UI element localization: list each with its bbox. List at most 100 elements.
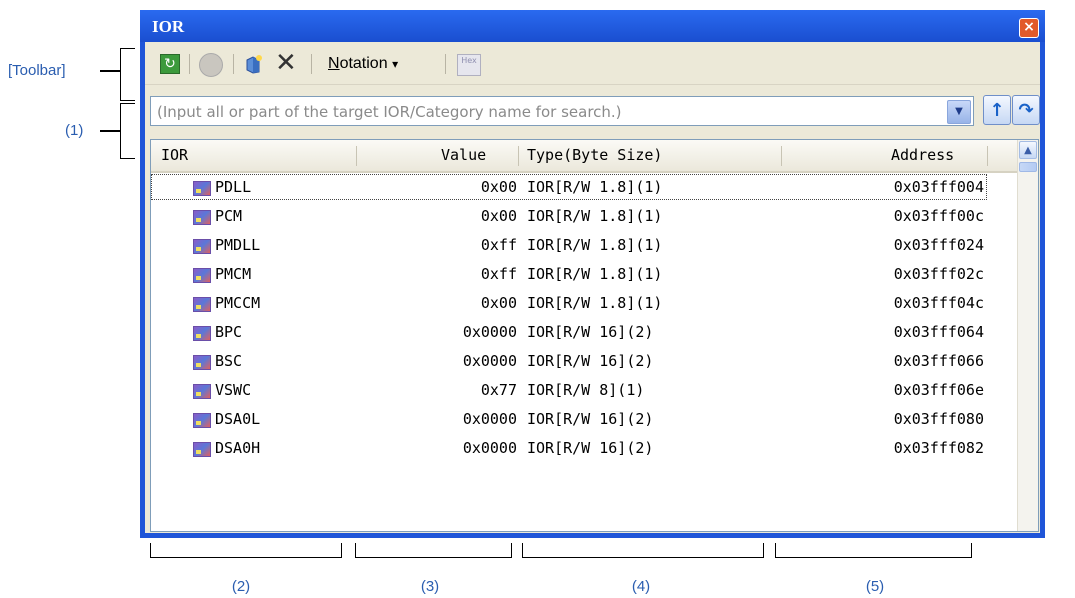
ior-name-cell: PMDLL — [215, 236, 261, 254]
ior-register-icon — [193, 210, 211, 225]
new-category-icon[interactable] — [243, 54, 265, 74]
ior-name-cell: DSA0L — [215, 410, 261, 428]
type-cell: IOR[R/W 16](2) — [527, 323, 654, 341]
search-callout-bracket — [120, 103, 135, 159]
scroll-thumb[interactable] — [1019, 162, 1037, 172]
type-cell: IOR[R/W 1.8](1) — [527, 265, 663, 283]
ior-register-icon — [193, 268, 211, 283]
ior-register-icon — [193, 384, 211, 399]
window-title: IOR — [152, 17, 185, 36]
search-placeholder: (Input all or part of the target IOR/Cat… — [157, 103, 622, 121]
search-previous-button[interactable]: ↑ — [983, 95, 1011, 125]
address-cell: 0x03fff066 — [893, 352, 984, 370]
table-row[interactable]: DSA0L 0x0000 IOR[R/W 16](2) 0x03fff080 — [151, 405, 1019, 434]
value-cell[interactable]: 0x00 — [481, 178, 517, 196]
table-row[interactable]: PMCM 0xff IOR[R/W 1.8](1) 0x03fff02c — [151, 260, 1019, 289]
ior-name-cell: PMCM — [215, 265, 252, 283]
column-divider[interactable] — [987, 146, 988, 166]
table-row[interactable]: PMDLL 0xff IOR[R/W 1.8](1) 0x03fff024 — [151, 231, 1019, 260]
arrow-up-icon: ↑ — [989, 100, 1005, 121]
close-button[interactable]: × — [1019, 18, 1039, 38]
notation-label: otation — [339, 55, 388, 72]
table-row[interactable]: DSA0H 0x0000 IOR[R/W 16](2) 0x03fff082 — [151, 434, 1019, 463]
table-row[interactable]: BPC 0x0000 IOR[R/W 16](2) 0x03fff064 — [151, 318, 1019, 347]
value-cell[interactable]: 0x0000 — [463, 439, 517, 457]
table-row[interactable]: VSWC 0x77 IOR[R/W 8](1) 0x03fff06e — [151, 376, 1019, 405]
type-cell: IOR[R/W 1.8](1) — [527, 294, 663, 312]
search-row: (Input all or part of the target IOR/Cat… — [145, 85, 1040, 137]
value-column-callout: (3) — [420, 578, 440, 595]
ior-window: IOR × ↻ ✕ Notation ▾ Hex (Input all or p… — [140, 10, 1045, 538]
type-cell: IOR[R/W 1.8](1) — [527, 236, 663, 254]
ior-column-callout: (2) — [231, 578, 251, 595]
type-cell: IOR[R/W 16](2) — [527, 439, 654, 457]
value-cell[interactable]: 0x0000 — [463, 352, 517, 370]
column-header-ior[interactable]: IOR — [161, 140, 188, 171]
column-header-value[interactable]: Value — [441, 140, 486, 171]
toolbar-callout-tick — [100, 70, 120, 72]
hex-display-icon[interactable]: Hex — [457, 54, 481, 76]
table-row[interactable]: PMCCM 0x00 IOR[R/W 1.8](1) 0x03fff04c — [151, 289, 1019, 318]
search-dropdown-button[interactable]: ▼ — [947, 100, 971, 124]
value-cell[interactable]: 0xff — [481, 236, 517, 254]
register-watch-icon[interactable] — [199, 53, 223, 77]
address-column-callout: (5) — [865, 578, 885, 595]
address-cell: 0x03fff064 — [893, 323, 984, 341]
column-header-type[interactable]: Type(Byte Size) — [527, 140, 662, 171]
ior-name-cell: DSA0H — [215, 439, 261, 457]
column-header-address[interactable]: Address — [891, 140, 954, 171]
toolbar: ↻ ✕ Notation ▾ Hex — [145, 42, 1040, 85]
column-divider[interactable] — [356, 146, 357, 166]
toolbar-separator — [311, 54, 312, 74]
toolbar-separator — [233, 54, 234, 74]
grid-header: IOR Value Type(Byte Size) Address — [151, 140, 1019, 173]
address-column-bracket — [775, 543, 972, 558]
toolbar-callout-bracket — [120, 48, 135, 101]
type-cell: IOR[R/W 16](2) — [527, 410, 654, 428]
value-cell[interactable]: 0x00 — [481, 294, 517, 312]
toolbar-separator — [445, 54, 446, 74]
chevron-down-icon: ▼ — [955, 106, 963, 117]
column-divider[interactable] — [518, 146, 519, 166]
ior-name-cell: BSC — [215, 352, 243, 370]
chevron-down-icon: ▾ — [392, 57, 399, 71]
table-row[interactable]: BSC 0x0000 IOR[R/W 16](2) 0x03fff066 — [151, 347, 1019, 376]
title-bar[interactable]: IOR × — [140, 10, 1045, 42]
value-cell[interactable]: 0xff — [481, 265, 517, 283]
ior-name-cell: PCM — [215, 207, 243, 225]
value-cell[interactable]: 0x00 — [481, 207, 517, 225]
type-column-callout: (4) — [631, 578, 651, 595]
type-column-bracket — [522, 543, 764, 558]
column-divider[interactable] — [781, 146, 782, 166]
search-callout-tick — [100, 130, 120, 132]
value-cell[interactable]: 0x0000 — [463, 410, 517, 428]
value-column-bracket — [355, 543, 512, 558]
table-row[interactable]: PCM 0x00 IOR[R/W 1.8](1) 0x03fff00c — [151, 202, 1019, 231]
table-row[interactable]: PDLL 0x00 IOR[R/W 1.8](1) 0x03fff004 — [151, 173, 1019, 202]
address-cell: 0x03fff004 — [893, 178, 984, 196]
search-next-button[interactable]: ↷ — [1012, 95, 1040, 125]
toolbar-callout-label: [Toolbar] — [8, 62, 66, 79]
ior-register-icon — [193, 355, 211, 370]
ior-register-icon — [193, 181, 211, 196]
address-cell: 0x03fff04c — [893, 294, 984, 312]
ior-register-icon — [193, 239, 211, 254]
vertical-scrollbar[interactable]: ▲ — [1017, 140, 1038, 531]
notation-menu-button[interactable]: Notation ▾ — [328, 55, 398, 79]
type-cell: IOR[R/W 8](1) — [527, 381, 645, 399]
scroll-up-button[interactable]: ▲ — [1019, 141, 1037, 159]
address-cell: 0x03fff080 — [893, 410, 984, 428]
search-callout-label: (1) — [65, 122, 84, 139]
address-cell: 0x03fff082 — [893, 439, 984, 457]
type-cell: IOR[R/W 1.8](1) — [527, 207, 663, 225]
delete-icon[interactable]: ✕ — [275, 50, 297, 76]
ior-register-icon — [193, 413, 211, 428]
toolbar-separator — [189, 54, 190, 74]
ior-register-icon — [193, 297, 211, 312]
value-cell[interactable]: 0x77 — [481, 381, 517, 399]
search-input[interactable]: (Input all or part of the target IOR/Cat… — [150, 96, 974, 126]
address-cell: 0x03fff06e — [893, 381, 984, 399]
value-cell[interactable]: 0x0000 — [463, 323, 517, 341]
ior-grid: IOR Value Type(Byte Size) Address PDLL 0… — [150, 139, 1039, 532]
refresh-icon[interactable]: ↻ — [160, 54, 180, 74]
